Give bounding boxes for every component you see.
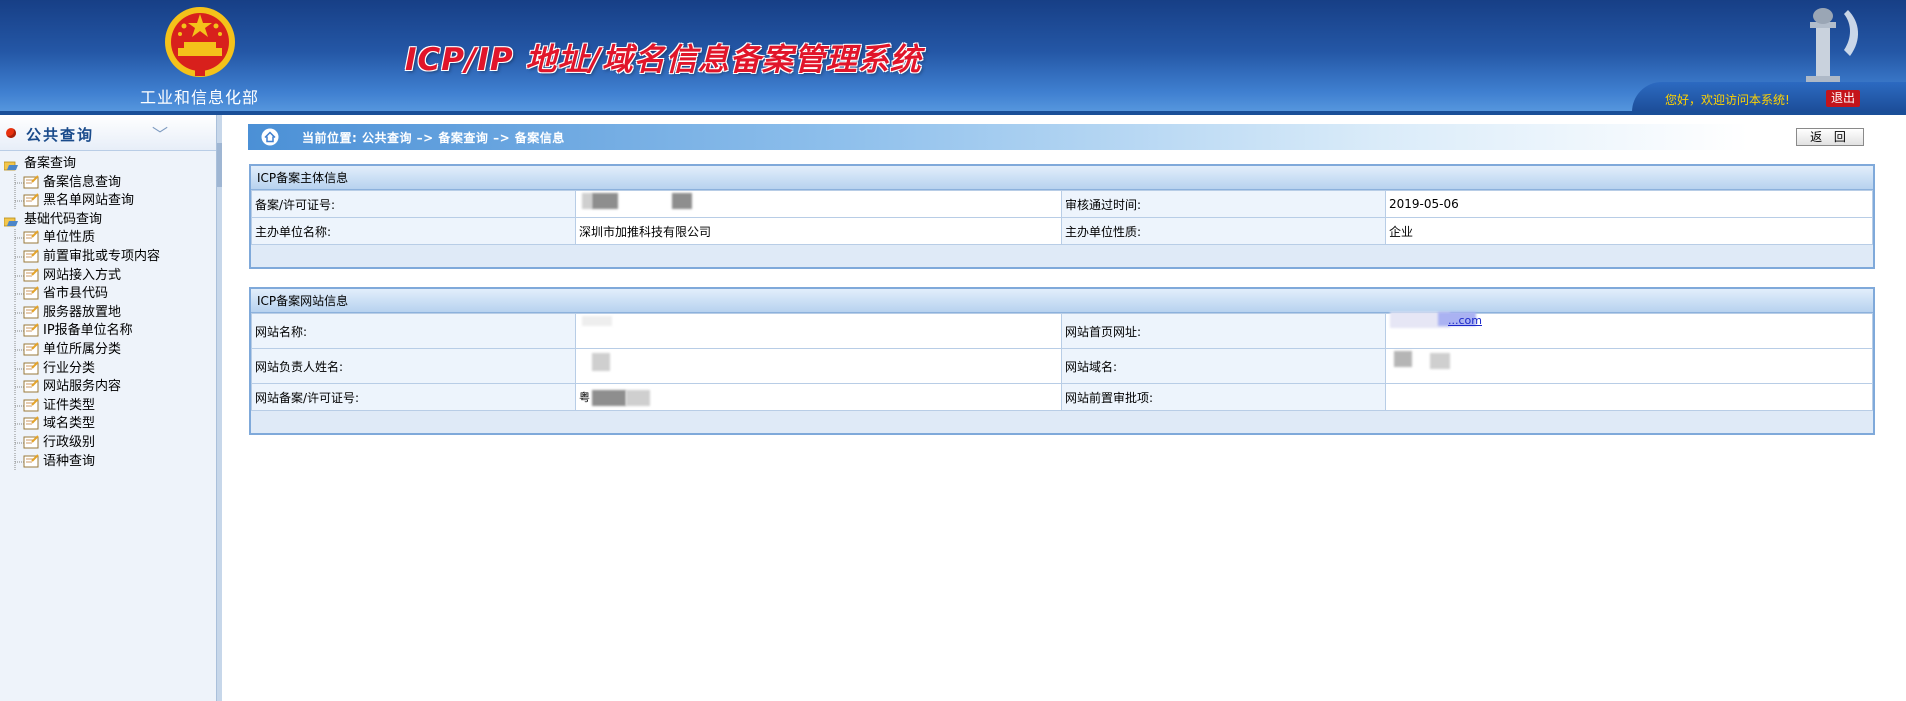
panel-title: ICP备案网站信息 (251, 289, 1873, 313)
welcome-text: 您好，欢迎访问本系统! (1665, 93, 1790, 107)
ministry-name: 工业和信息化部 (140, 88, 260, 107)
sidebar: 公共查询 ﹀ 备案查询备案信息查询 黑名单网站查询基础代码查询单位性质前置审批或专… (0, 115, 216, 701)
document-edit-icon (10, 229, 42, 248)
sidebar-item-label: 黑名单网站查询 (43, 193, 135, 209)
sidebar-item[interactable]: 服务器放置地 (0, 303, 216, 323)
org-nature-label: 主办单位性质: (1061, 217, 1386, 245)
national-emblem-icon (165, 7, 235, 77)
document-edit-icon (10, 322, 42, 341)
sidebar-item-label: 网站服务内容 (43, 379, 122, 395)
homepage-value: ...com (1385, 312, 1873, 349)
document-edit-icon (10, 433, 42, 452)
panel-title: ICP备案主体信息 (251, 166, 1873, 190)
sidebar-item[interactable]: 证件类型 (0, 396, 216, 416)
system-title: ICP/IP 地址/域名信息备案管理系统 (405, 42, 922, 78)
sidebar-item[interactable]: 网站接入方式 (0, 266, 216, 286)
org-nature-value: 企业 (1385, 217, 1873, 245)
domain-label: 网站域名: (1061, 348, 1386, 384)
home-icon[interactable] (261, 128, 279, 146)
site-license-value: 粤 (575, 383, 1062, 411)
sidebar-item[interactable]: 行业分类 (0, 359, 216, 379)
sidebar-item[interactable]: 域名类型 (0, 415, 216, 434)
bullet-icon (6, 128, 16, 138)
document-edit-icon (10, 359, 42, 378)
homepage-link[interactable]: ...com (1448, 314, 1482, 327)
sidebar-item-label: 服务器放置地 (43, 304, 122, 320)
pre-approval-label: 网站前置审批项: (1061, 383, 1386, 411)
sidebar-group[interactable]: 备案查询 (0, 155, 216, 174)
folder-icon (3, 159, 19, 171)
logout-button[interactable]: 退出 (1826, 90, 1860, 107)
document-edit-icon (10, 452, 42, 471)
site-license-label: 网站备案/许可证号: (251, 383, 576, 411)
sidebar-item-label: 域名类型 (43, 416, 96, 432)
document-edit-icon (10, 266, 42, 285)
sidebar-item-label: 证件类型 (43, 397, 96, 413)
sidebar-item[interactable]: 黑名单网站查询 (0, 192, 216, 211)
back-button[interactable]: 返 回 (1796, 128, 1864, 146)
homepage-label: 网站首页网址: (1061, 313, 1386, 349)
nav-tree: 备案查询备案信息查询 黑名单网站查询基础代码查询单位性质前置审批或专项内容 网站接入… (0, 155, 216, 471)
sidebar-item-label: 单位性质 (43, 230, 96, 246)
sidebar-item-label: 网站接入方式 (43, 267, 122, 283)
collapse-chevron-icon[interactable]: ﹀ (152, 121, 168, 145)
icp-subject-panel: ICP备案主体信息 备案/许可证号: 审核通过时间: 2019-05-06 主办… (249, 164, 1875, 269)
document-edit-icon (10, 173, 42, 192)
sidebar-item-label: 行业分类 (43, 360, 96, 376)
sidebar-item-label: 行政级别 (43, 434, 96, 450)
folder-icon (3, 215, 19, 227)
sidebar-item-label: 省市县代码 (43, 286, 109, 302)
approval-time-value: 2019-05-06 (1385, 190, 1873, 218)
document-edit-icon (10, 247, 42, 266)
breadcrumb: 当前位置: 公共查询 –> 备案查询 –> 备案信息 (248, 124, 1748, 150)
site-name-label: 网站名称: (251, 313, 576, 349)
license-label: 备案/许可证号: (251, 190, 576, 218)
sidebar-item-label: IP报备单位名称 (43, 323, 133, 339)
icp-website-panel: ICP备案网站信息 网站名称: 网站首页网址: ...com 网站负责人姓名: … (249, 287, 1875, 435)
sidebar-group[interactable]: 基础代码查询 (0, 211, 216, 230)
sidebar-title: 公共查询 (26, 126, 95, 144)
breadcrumb-text: 当前位置: 公共查询 –> 备案查询 –> 备案信息 (302, 131, 565, 145)
document-edit-icon (10, 415, 42, 434)
huabiao-pillar-icon (1806, 8, 1859, 90)
sidebar-item[interactable]: 行政级别 (0, 433, 216, 453)
org-name-label: 主办单位名称: (251, 217, 576, 245)
sidebar-item[interactable]: 单位所属分类 (0, 340, 216, 360)
sidebar-header[interactable]: 公共查询 ﹀ (0, 115, 216, 151)
sidebar-splitter[interactable] (216, 115, 222, 701)
sidebar-group-label: 基础代码查询 (24, 211, 103, 227)
document-edit-icon (10, 340, 42, 359)
sidebar-item[interactable]: 单位性质 (0, 229, 216, 248)
pre-approval-value (1385, 383, 1873, 411)
document-edit-icon (10, 285, 42, 304)
domain-value (1385, 348, 1873, 384)
document-edit-icon (10, 192, 42, 211)
header-banner: 工业和信息化部 ICP/IP 地址/域名信息备案管理系统 您好，欢迎访问本系统!… (0, 0, 1906, 115)
sidebar-item[interactable]: 前置审批或专项内容 (0, 247, 216, 267)
sidebar-item-label: 备案信息查询 (43, 174, 122, 190)
sidebar-item[interactable]: 省市县代码 (0, 285, 216, 304)
license-value (575, 190, 1062, 218)
org-name-value: 深圳市加推科技有限公司 (575, 217, 1062, 245)
document-edit-icon (10, 378, 42, 397)
sidebar-item-label: 前置审批或专项内容 (43, 248, 161, 264)
sidebar-item[interactable]: 语种查询 (0, 452, 216, 472)
owner-label: 网站负责人姓名: (251, 348, 576, 384)
sidebar-item[interactable]: 网站服务内容 (0, 378, 216, 397)
document-edit-icon (10, 303, 42, 322)
sidebar-item-label: 语种查询 (43, 453, 96, 469)
document-edit-icon (10, 396, 42, 415)
sidebar-item[interactable]: IP报备单位名称 (0, 322, 216, 341)
approval-time-label: 审核通过时间: (1061, 190, 1386, 218)
owner-value (575, 348, 1062, 384)
sidebar-group-label: 备案查询 (24, 156, 77, 171)
site-name-value (575, 313, 1062, 349)
sidebar-item-label: 单位所属分类 (43, 341, 122, 357)
sidebar-item[interactable]: 备案信息查询 (0, 173, 216, 193)
